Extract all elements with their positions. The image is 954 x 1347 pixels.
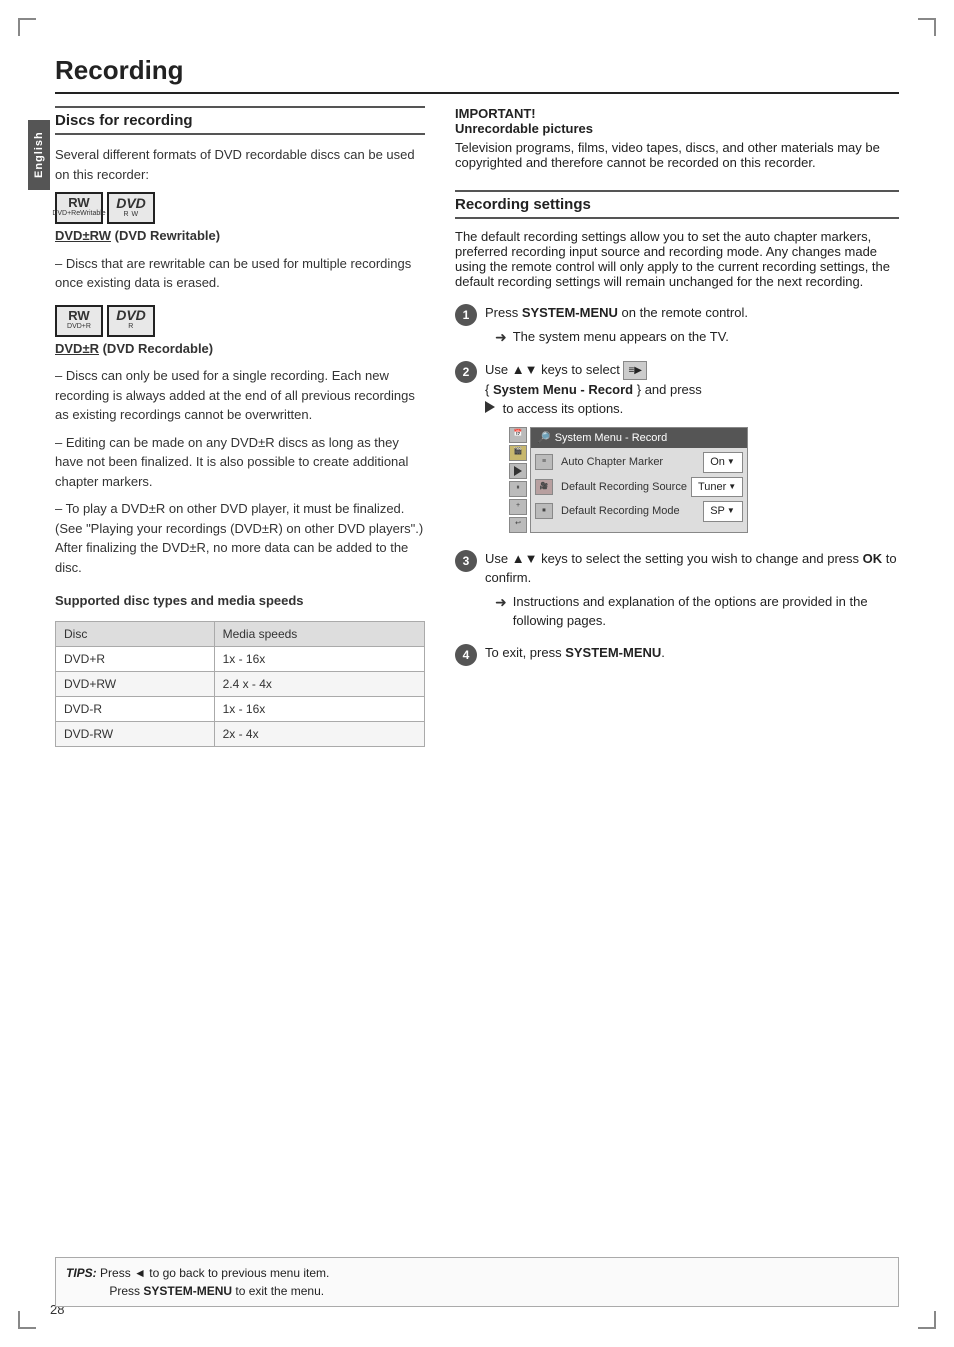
step-3: 3 Use ▲▼ keys to select the setting you … bbox=[455, 549, 899, 631]
menu-icon-inline: ≡▶ bbox=[623, 361, 647, 380]
dvdr-desc1: – Discs can only be used for a single re… bbox=[55, 366, 425, 425]
row1-label: Auto Chapter Marker bbox=[561, 454, 699, 471]
supported-table-title: Supported disc types and media speeds bbox=[55, 591, 425, 611]
recording-settings-header: Recording settings bbox=[455, 190, 899, 219]
important-box: IMPORTANT! Unrecordable pictures Televis… bbox=[455, 106, 899, 170]
step-2-content: Use ▲▼ keys to select ≡▶ { System Menu -… bbox=[485, 360, 899, 537]
row3-label: Default Recording Mode bbox=[561, 503, 699, 520]
row1-dropdown[interactable]: On ▼ bbox=[703, 452, 743, 473]
rw-logo-box-2: RW DVD+R bbox=[55, 305, 103, 337]
row2-label: Default Recording Source bbox=[561, 479, 687, 496]
step-1-arrow: ➜ The system menu appears on the TV. bbox=[485, 327, 899, 348]
main-columns: Discs for recording Several different fo… bbox=[55, 106, 899, 747]
menu-side-icon-1: 📅 bbox=[509, 427, 527, 443]
corner-tl bbox=[18, 18, 36, 36]
menu-side-icon-3 bbox=[509, 463, 527, 479]
important-label: IMPORTANT! bbox=[455, 106, 899, 121]
language-tab: English bbox=[28, 120, 50, 190]
dvdr-desc3: – To play a DVD±R on other DVD player, i… bbox=[55, 499, 425, 577]
dvdrw-desc: – Discs that are rewritable can be used … bbox=[55, 254, 425, 293]
important-subtitle: Unrecordable pictures bbox=[455, 121, 899, 136]
dvdr-label: DVD±R (DVD Recordable) bbox=[55, 339, 425, 359]
corner-bl bbox=[18, 1311, 36, 1329]
table-cell: DVD+RW bbox=[56, 671, 215, 696]
menu-icon-symbol: 🔎 bbox=[537, 430, 551, 447]
step-2: 2 Use ▲▼ keys to select ≡▶ { System Menu… bbox=[455, 360, 899, 537]
table-cell: 1x - 16x bbox=[214, 696, 424, 721]
step-4-number: 4 bbox=[455, 644, 477, 666]
corner-br bbox=[918, 1311, 936, 1329]
tips-box: TIPS: Press ◄ to go back to previous men… bbox=[55, 1257, 899, 1307]
table-row: DVD-RW2x - 4x bbox=[56, 721, 425, 746]
col-disc: Disc bbox=[56, 621, 215, 646]
dvdrw-logos: RW DVD+ReWritable DVD R W bbox=[55, 192, 425, 224]
arrow-icon: ➜ bbox=[495, 327, 507, 348]
left-column: Discs for recording Several different fo… bbox=[55, 106, 425, 747]
menu-side-icons: 📅 🎬 ⏸ + ↩ bbox=[509, 427, 527, 533]
menu-row-2: 🎥 Default Recording Source Tuner ▼ bbox=[531, 475, 747, 500]
row3-icon: ⏹ bbox=[535, 503, 553, 519]
dvdr-desc2: – Editing can be made on any DVD±R discs… bbox=[55, 433, 425, 492]
important-text: Television programs, films, video tapes,… bbox=[455, 140, 899, 170]
dvd-rw-logo-box: DVD R W bbox=[107, 192, 155, 224]
menu-side-icon-4: ⏸ bbox=[509, 481, 527, 497]
recording-settings-section: Recording settings The default recording… bbox=[455, 190, 899, 666]
page-content: Recording Discs for recording Several di… bbox=[55, 55, 899, 1292]
menu-title-text: System Menu - Record bbox=[555, 430, 667, 447]
table-row: DVD-R1x - 16x bbox=[56, 696, 425, 721]
row2-dropdown[interactable]: Tuner ▼ bbox=[691, 477, 743, 498]
supported-disc-section: Supported disc types and media speeds Di… bbox=[55, 591, 425, 747]
dropdown-arrow-3: ▼ bbox=[727, 505, 735, 517]
step-1-number: 1 bbox=[455, 304, 477, 326]
step-4-content: To exit, press SYSTEM-MENU. bbox=[485, 643, 899, 663]
menu-side-icon-2: 🎬 bbox=[509, 445, 527, 461]
arrow-icon-menu bbox=[514, 466, 522, 476]
table-cell: 2x - 4x bbox=[214, 721, 424, 746]
table-row: DVD+RW2.4 x - 4x bbox=[56, 671, 425, 696]
col-media-speeds: Media speeds bbox=[214, 621, 424, 646]
dvd-r-logo-box: DVD R bbox=[107, 305, 155, 337]
page-title: Recording bbox=[55, 55, 899, 94]
tips-line-2: Press SYSTEM-MENU to exit the menu. bbox=[109, 1284, 324, 1298]
step-1: 1 Press SYSTEM-MENU on the remote contro… bbox=[455, 303, 899, 348]
table-cell: DVD+R bbox=[56, 646, 215, 671]
table-cell: 1x - 16x bbox=[214, 646, 424, 671]
menu-row-1: ≡ Auto Chapter Marker On ▼ bbox=[531, 450, 747, 475]
menu-row-3: ⏹ Default Recording Mode SP ▼ bbox=[531, 499, 747, 524]
tips-line-1: Press ◄ to go back to previous menu item… bbox=[100, 1266, 329, 1280]
table-cell: DVD-RW bbox=[56, 721, 215, 746]
menu-side-icon-6: ↩ bbox=[509, 517, 527, 533]
rw-logo-box: RW DVD+ReWritable bbox=[55, 192, 103, 224]
discs-intro: Several different formats of DVD recorda… bbox=[55, 145, 425, 747]
play-triangle-icon bbox=[485, 401, 495, 413]
step-3-content: Use ▲▼ keys to select the setting you wi… bbox=[485, 549, 899, 631]
recording-settings-intro: The default recording settings allow you… bbox=[455, 229, 899, 289]
menu-panel: 🔎 System Menu - Record ≡ Auto Chapter Ma… bbox=[530, 427, 748, 533]
step-1-content: Press SYSTEM-MENU on the remote control.… bbox=[485, 303, 899, 348]
row1-icon: ≡ bbox=[535, 454, 553, 470]
tips-label: TIPS: bbox=[66, 1266, 97, 1280]
corner-tr bbox=[918, 18, 936, 36]
table-cell: 2.4 x - 4x bbox=[214, 671, 424, 696]
right-column: IMPORTANT! Unrecordable pictures Televis… bbox=[455, 106, 899, 747]
arrow-icon-3: ➜ bbox=[495, 592, 507, 613]
step-3-number: 3 bbox=[455, 550, 477, 572]
dvdrw-label: DVD±RW (DVD Rewritable) bbox=[55, 226, 425, 246]
system-menu-screenshot: 📅 🎬 ⏸ + ↩ bbox=[509, 427, 899, 533]
step-2-number: 2 bbox=[455, 361, 477, 383]
disc-speed-table: Disc Media speeds DVD+R1x - 16xDVD+RW2.4… bbox=[55, 621, 425, 747]
row3-dropdown[interactable]: SP ▼ bbox=[703, 501, 743, 522]
dvdr-logos: RW DVD+R DVD R bbox=[55, 305, 425, 337]
step-3-arrow: ➜ Instructions and explanation of the op… bbox=[485, 592, 899, 631]
menu-title-bar: 🔎 System Menu - Record bbox=[531, 428, 747, 449]
row2-icon: 🎥 bbox=[535, 479, 553, 495]
table-cell: DVD-R bbox=[56, 696, 215, 721]
menu-side-icon-5: + bbox=[509, 499, 527, 515]
discs-section-header: Discs for recording bbox=[55, 106, 425, 135]
table-row: DVD+R1x - 16x bbox=[56, 646, 425, 671]
step-4: 4 To exit, press SYSTEM-MENU. bbox=[455, 643, 899, 666]
dropdown-arrow-2: ▼ bbox=[728, 481, 736, 493]
dropdown-arrow-1: ▼ bbox=[727, 456, 735, 468]
